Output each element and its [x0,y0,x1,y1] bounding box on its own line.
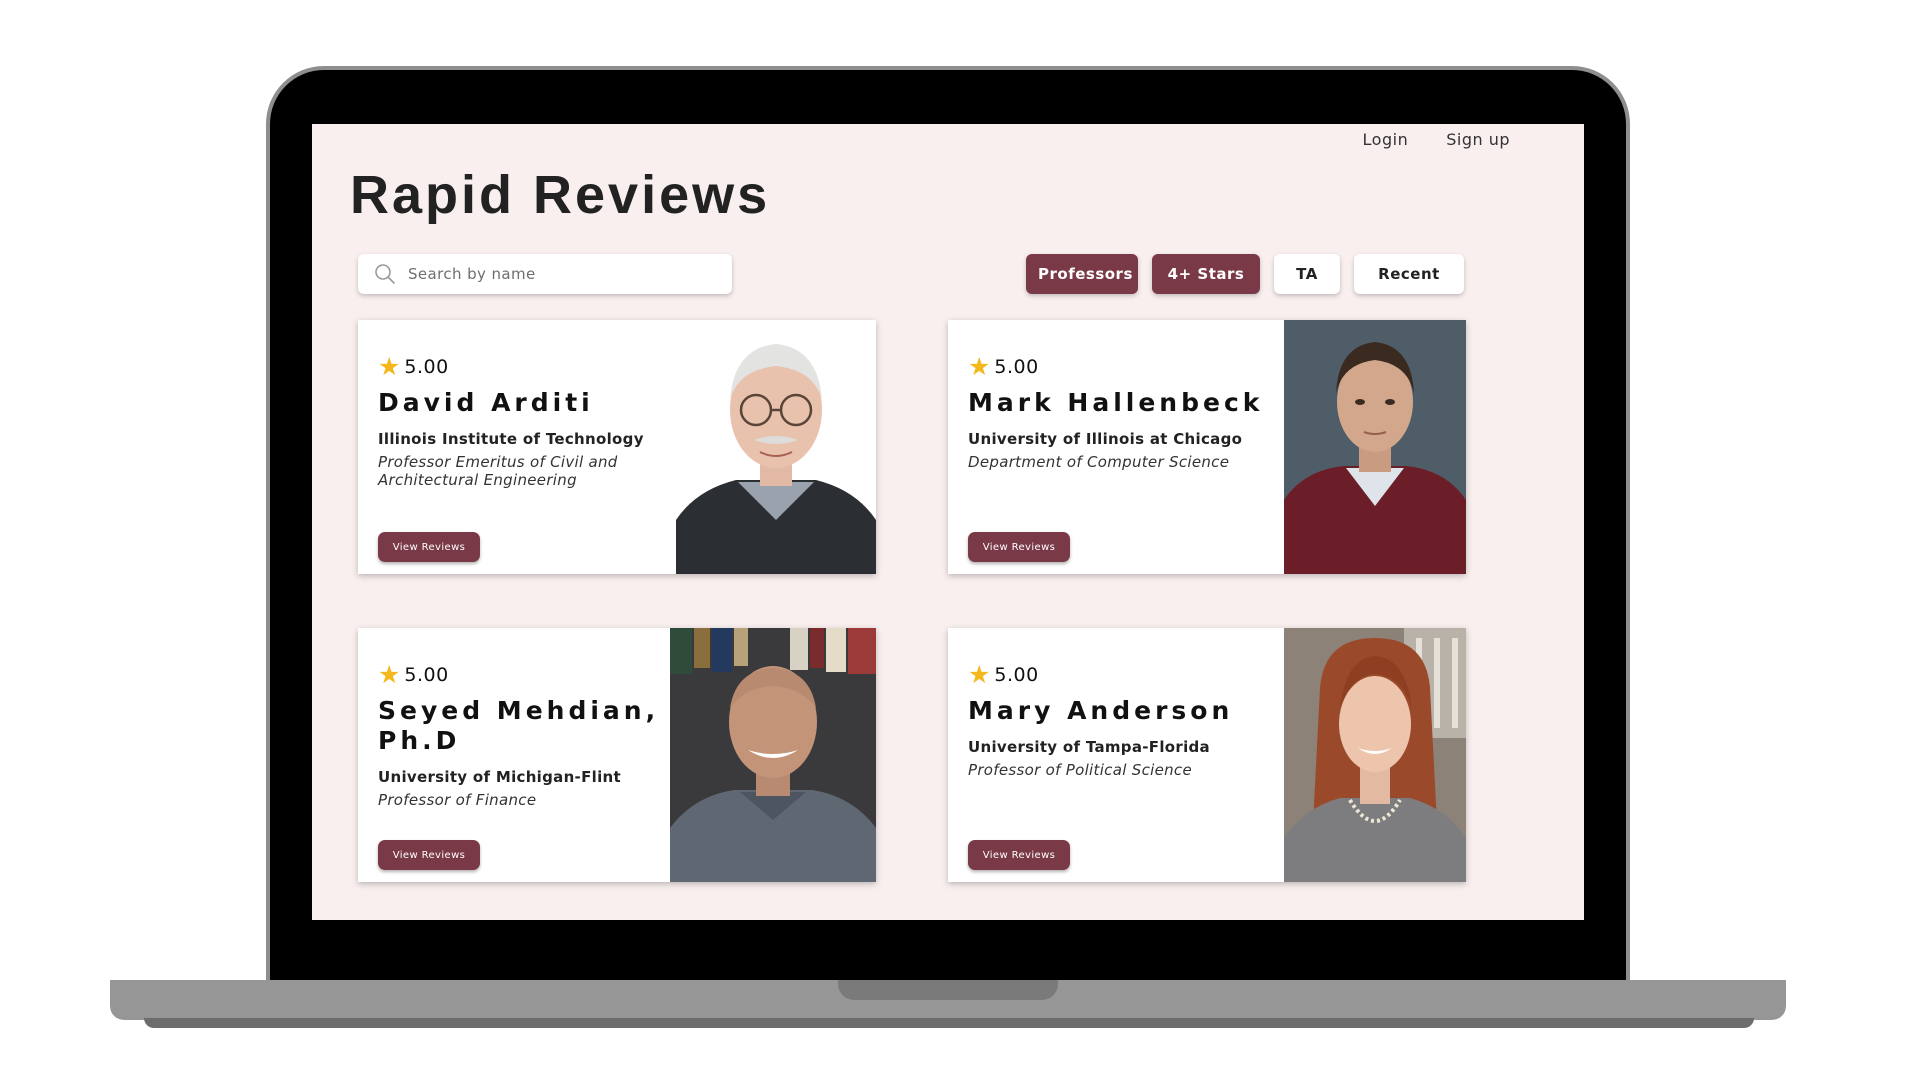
signup-link[interactable]: Sign up [1446,130,1510,149]
institution: University of Michigan-Flint [378,768,621,786]
professor-photo [670,628,876,882]
top-nav: Login Sign up [1363,130,1510,149]
professor-photo [1284,628,1466,882]
page-title: Rapid Reviews [350,165,771,225]
card-body: ★ 5.00 David Arditi Illinois Institute o… [378,354,678,489]
professor-card: ★ 5.00 Mark Hallenbeck University of Ill… [948,320,1466,574]
login-link[interactable]: Login [1363,130,1409,149]
institution: Illinois Institute of Technology [378,430,644,448]
professor-name: Mark Hallenbeck [968,388,1264,417]
card-body: ★ 5.00 Seyed Mehdian, Ph.D University of… [378,662,678,809]
rating: ★ 5.00 [378,354,678,379]
search-bar[interactable] [358,254,732,294]
professor-name: David Arditi [378,388,594,417]
star-icon: ★ [968,352,991,381]
filter-bar: Professors 4+ Stars TA Recent [1026,254,1464,294]
filter-recent-button[interactable]: Recent [1354,254,1464,294]
star-icon: ★ [378,352,401,381]
star-icon: ★ [378,660,401,689]
professor-name: Seyed Mehdian, Ph.D [378,696,660,755]
department: Professor of Political Science [968,761,1192,779]
laptop-base-shadow [144,1018,1754,1028]
laptop-notch [838,980,1058,1000]
department: Professor Emeritus of Civil and Architec… [378,453,618,489]
search-input[interactable] [408,265,708,283]
filter-professors-button[interactable]: Professors [1026,254,1138,294]
rating-value: 5.00 [994,663,1039,686]
view-reviews-button[interactable]: View Reviews [968,532,1070,562]
department: Department of Computer Science [968,453,1230,471]
professor-photo [676,320,876,574]
professor-photo [1284,320,1466,574]
rating: ★ 5.00 [968,662,1268,687]
star-icon: ★ [968,660,991,689]
professor-name: Mary Anderson [968,696,1234,725]
card-body: ★ 5.00 Mary Anderson University of Tampa… [968,662,1268,779]
view-reviews-button[interactable]: View Reviews [968,840,1070,870]
professor-card: ★ 5.00 Mary Anderson University of Tampa… [948,628,1466,882]
professor-card: ★ 5.00 David Arditi Illinois Institute o… [358,320,876,574]
rating: ★ 5.00 [378,662,678,687]
professor-card: ★ 5.00 Seyed Mehdian, Ph.D University of… [358,628,876,882]
app-screen: Login Sign up Rapid Reviews Professors 4… [312,124,1584,920]
search-icon [375,264,395,284]
institution: University of Illinois at Chicago [968,430,1243,448]
card-body: ★ 5.00 Mark Hallenbeck University of Ill… [968,354,1268,471]
filter-4-stars-button[interactable]: 4+ Stars [1152,254,1260,294]
rating-value: 5.00 [404,663,449,686]
view-reviews-button[interactable]: View Reviews [378,532,480,562]
rating: ★ 5.00 [968,354,1268,379]
filter-ta-button[interactable]: TA [1274,254,1340,294]
department: Professor of Finance [378,791,537,809]
institution: University of Tampa-Florida [968,738,1210,756]
rating-value: 5.00 [404,355,449,378]
rating-value: 5.00 [994,355,1039,378]
view-reviews-button[interactable]: View Reviews [378,840,480,870]
